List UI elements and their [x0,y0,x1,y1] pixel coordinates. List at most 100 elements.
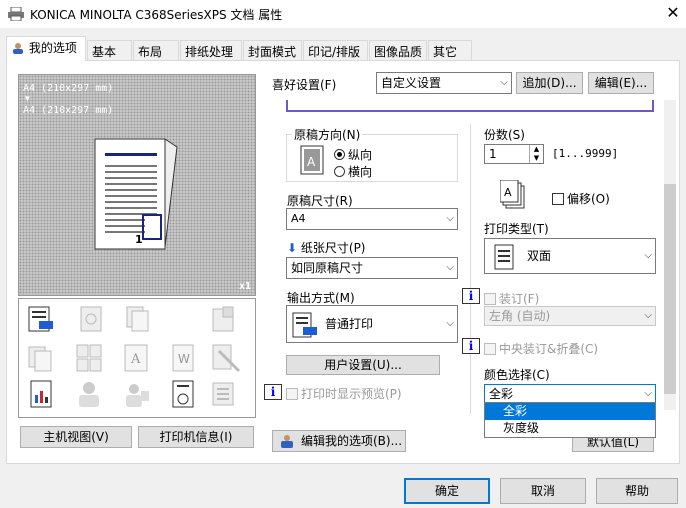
user-icon [281,435,293,448]
user-settings-button[interactable]: 用户设置(U)... [286,355,440,375]
close-icon[interactable]: ✕ [660,2,686,26]
duplex-icon [494,244,514,270]
copies-stack-icon: A [500,180,525,209]
help-button[interactable]: 帮助 [596,478,678,504]
original-size-select[interactable]: A4 ⌵ [286,208,458,230]
favorites-select[interactable]: 自定义设置 ⌵ [376,72,512,94]
copies-range: [1...9999] [552,147,619,160]
copy-pages-icon [126,306,149,332]
svg-text:A: A [130,352,141,367]
booklet-icon [80,306,102,332]
tab-other[interactable]: 其它 [428,40,472,60]
chevron-down-icon: ⌵ [446,213,454,224]
checkbox-icon [484,293,496,305]
info-icon[interactable]: i [462,338,480,354]
chevron-down-icon: ⌵ [644,250,652,261]
tab-label: 我的选项 [28,41,77,55]
original-size-value: A4 [291,212,306,225]
tab-label: 封面模式 [248,45,297,59]
box-save-icon [212,382,234,406]
page-preview-image: 1 [94,138,178,250]
add-favorite-button[interactable]: 追加(D)... [516,72,583,94]
checkbox-icon [286,388,298,400]
paper-size-label: ⬇ 纸张尺寸(P) [287,239,366,256]
color-select[interactable]: 全彩 ⌵ [484,384,656,404]
ok-button[interactable]: 确定 [404,478,490,504]
svg-text:A: A [504,186,512,199]
chevron-down-icon: ⌵ [446,318,454,329]
show-preview-label: 打印时显示预览(P) [301,387,402,401]
cancel-button[interactable]: 取消 [500,478,586,504]
info-icon[interactable]: i [462,288,480,304]
favorites-value: 自定义设置 [381,76,442,90]
user-icon [13,43,23,54]
landscape-radio[interactable]: 横向 [334,163,372,180]
edit-my-options-button[interactable]: 编辑我的选项(B)... [272,430,406,452]
checkbox-icon [552,193,564,205]
tab-finishing[interactable]: 排纸处理 [180,40,242,60]
tab-label: 印记/排版 [308,45,361,59]
portrait-page-icon: A [300,145,324,175]
tab-label: 排纸处理 [185,45,234,59]
staple-label: 装订(F) [499,292,540,306]
color-select-label: 颜色选择(C) [484,368,550,382]
edit-favorite-button[interactable]: 编辑(E)... [588,72,654,94]
tab-basic[interactable]: 基本 [87,40,132,60]
output-method-label: 输出方式(M) [287,291,355,305]
chevron-down-icon: ⌵ [644,388,652,399]
paper-size-value: 如同原稿尺寸 [291,261,364,275]
print-type-value: 双面 [527,249,552,263]
printer-info-button[interactable]: 打印机信息(I) [138,426,254,448]
offset-checkbox[interactable]: 偏移(O) [552,190,610,207]
paper-size-select[interactable]: 如同原稿尺寸 ⌵ [286,257,458,279]
account-icon [79,382,99,407]
binding-position-icon [212,306,234,332]
center-staple-checkbox[interactable]: 中央装订&折叠(C) [484,340,598,357]
portrait-label: 纵向 [348,148,373,162]
scrollbar-thumb[interactable] [664,184,676,394]
tab-my-options[interactable]: 我的选项 [6,36,86,61]
center-staple-label: 中央装订&折叠(C) [499,342,599,356]
copies-input[interactable]: 1 ▲ ▼ [484,144,544,164]
n-up-icon [76,344,102,372]
svg-text:A: A [307,155,316,169]
chevron-down-icon: ⌵ [446,262,454,273]
favorites-label: 喜好设置(F) [272,78,337,92]
printer-icon [8,7,24,21]
print-type-select[interactable]: 双面 ⌵ [484,238,656,274]
title-bar: KONICA MINOLTA C368SeriesXPS 文档 属性 ✕ [0,0,686,28]
tab-label: 图像品质 [374,45,423,59]
watermark-icon: W [172,344,194,372]
color-dropdown-list: 全彩 灰度级 [484,402,656,438]
secure-print-icon [172,380,194,408]
info-icon[interactable]: i [264,384,282,400]
font-icon: A [124,344,148,372]
normal-print-icon [292,312,317,338]
chevron-down-icon: ⌵ [500,77,508,88]
staple-position-select[interactable]: 左角 (自动) ⌵ [484,306,656,326]
original-size-label: 原稿尺寸(R) [287,194,353,208]
window-title: KONICA MINOLTA C368SeriesXPS 文档 属性 [30,8,283,22]
landscape-label: 横向 [348,165,373,179]
tab-stamp-composition[interactable]: 印记/排版 [303,40,368,60]
orientation-label: 原稿方向(N) [292,126,363,143]
radio-icon [334,166,345,177]
spinner-icon[interactable]: ▲ ▼ [529,145,543,163]
show-preview-checkbox[interactable]: 打印时显示预览(P) [286,385,402,402]
staple-checkbox[interactable]: 装订(F) [484,290,539,307]
tab-cover-mode[interactable]: 封面模式 [243,40,302,60]
color-option-full[interactable]: 全彩 [485,403,655,420]
portrait-radio[interactable]: 纵向 [334,146,372,163]
tab-quality[interactable]: 图像品质 [369,40,427,60]
output-method-icon[interactable] [27,305,55,335]
combine-icon [28,346,52,372]
tab-layout[interactable]: 布局 [133,40,179,60]
tab-label: 其它 [433,45,458,59]
copies-value: 1 [489,147,497,161]
tab-label: 布局 [138,45,163,59]
color-option-grayscale[interactable]: 灰度级 [485,420,655,437]
offset-label: 偏移(O) [567,192,610,206]
svg-text:W: W [178,352,190,366]
output-method-select[interactable]: 普通打印 ⌵ [286,305,458,343]
host-view-button[interactable]: 主机视图(V) [20,426,132,448]
